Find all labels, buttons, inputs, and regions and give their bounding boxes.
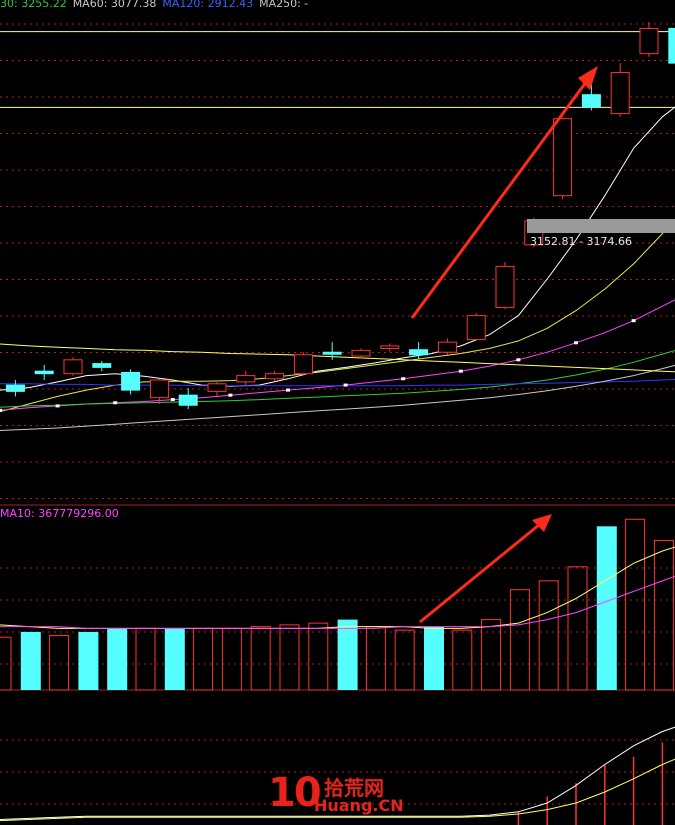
volume-moving-averages xyxy=(0,546,675,629)
candle-body xyxy=(207,383,227,392)
ma-marker xyxy=(228,393,233,397)
grid-lines xyxy=(0,23,675,805)
ma-legend-item: MA60: 3077.38 xyxy=(72,0,157,10)
candle-body xyxy=(178,394,198,406)
ma-marker xyxy=(113,401,118,405)
candle-body xyxy=(236,375,256,383)
volume-bar xyxy=(596,526,617,690)
candle-body xyxy=(380,345,400,349)
indicator-bars xyxy=(517,742,664,825)
logo-number: 10 xyxy=(268,770,322,816)
watermark-logo: 10 拾荒网 Huang.CN xyxy=(268,770,408,820)
volume-bar xyxy=(567,566,588,691)
volume-bar xyxy=(78,631,99,690)
volume-bar xyxy=(394,629,415,691)
volume-bar xyxy=(135,627,156,691)
trend-arrow-volume xyxy=(419,518,546,624)
ma-marker xyxy=(170,398,175,402)
ma-legend-item: MA120: 2912.43 xyxy=(162,0,254,10)
candlestick-chart xyxy=(0,22,675,825)
candle-body xyxy=(668,27,675,64)
candle-body xyxy=(466,315,486,341)
ma-legend-item: MA250: - xyxy=(259,0,309,10)
candle-body xyxy=(495,265,515,308)
candle-body xyxy=(149,379,169,399)
ma-line xyxy=(0,299,675,411)
candle-body xyxy=(553,118,573,197)
ma-line xyxy=(0,378,675,387)
ma-marker xyxy=(0,408,2,412)
ma-line xyxy=(0,349,675,408)
volume-bar xyxy=(337,619,358,690)
volume-bar xyxy=(221,627,242,691)
candle-body xyxy=(34,370,54,375)
ma-legend: 30: 3255.22 MA60: 3077.38 MA120: 2912.43 MA… xyxy=(0,0,314,11)
volume-ma-legend: MA10: 367779296.00 xyxy=(0,507,119,520)
price-moving-averages xyxy=(0,106,675,431)
candle-body xyxy=(265,373,285,380)
range-label: 3152.81 - 3174.66 xyxy=(530,235,632,248)
ma-marker xyxy=(343,383,348,387)
volume-bar xyxy=(49,634,70,691)
volume-bar xyxy=(279,624,300,691)
volume-bar xyxy=(20,631,41,690)
volume-bar xyxy=(365,626,386,691)
candles xyxy=(5,22,675,410)
logo-english: Huang.CN xyxy=(314,796,404,815)
volume-bar xyxy=(193,627,214,691)
volume-bar xyxy=(452,629,473,691)
candle-body xyxy=(409,349,429,356)
volume-bar xyxy=(107,628,128,690)
ma-marker xyxy=(55,404,60,408)
volume-bar xyxy=(308,622,329,691)
candle-body xyxy=(92,363,112,368)
candle-body xyxy=(581,94,601,108)
ma-marker xyxy=(574,341,578,345)
volume-bar xyxy=(481,619,502,691)
volume-ma-line xyxy=(0,575,675,629)
volume-bar xyxy=(164,628,185,690)
ma-line xyxy=(0,219,675,413)
ma-marker xyxy=(401,377,406,381)
candle-body xyxy=(121,371,141,391)
volume-ma-label: MA10: 367779296.00 xyxy=(0,507,119,520)
volume-bar xyxy=(250,626,271,691)
range-highlight xyxy=(527,219,675,233)
candle-body xyxy=(5,384,25,392)
volume-bar xyxy=(509,589,530,691)
candle-body xyxy=(63,359,83,375)
candle-body xyxy=(437,341,457,353)
ma-marker xyxy=(631,319,636,323)
volume-ma-line xyxy=(0,546,675,629)
ma-marker xyxy=(286,388,290,392)
ma-marker xyxy=(458,369,463,373)
ma-marker xyxy=(516,358,521,362)
candle-body xyxy=(351,349,371,357)
candle-body xyxy=(639,27,659,55)
volume-bar xyxy=(653,539,674,691)
volume-bar xyxy=(625,518,646,691)
candle-body xyxy=(322,351,342,355)
ma-legend-item: 30: 3255.22 xyxy=(0,0,67,10)
candle-body xyxy=(293,354,313,375)
volume-bar xyxy=(424,626,444,690)
volume-bar xyxy=(538,580,559,691)
candle-body xyxy=(610,72,630,115)
